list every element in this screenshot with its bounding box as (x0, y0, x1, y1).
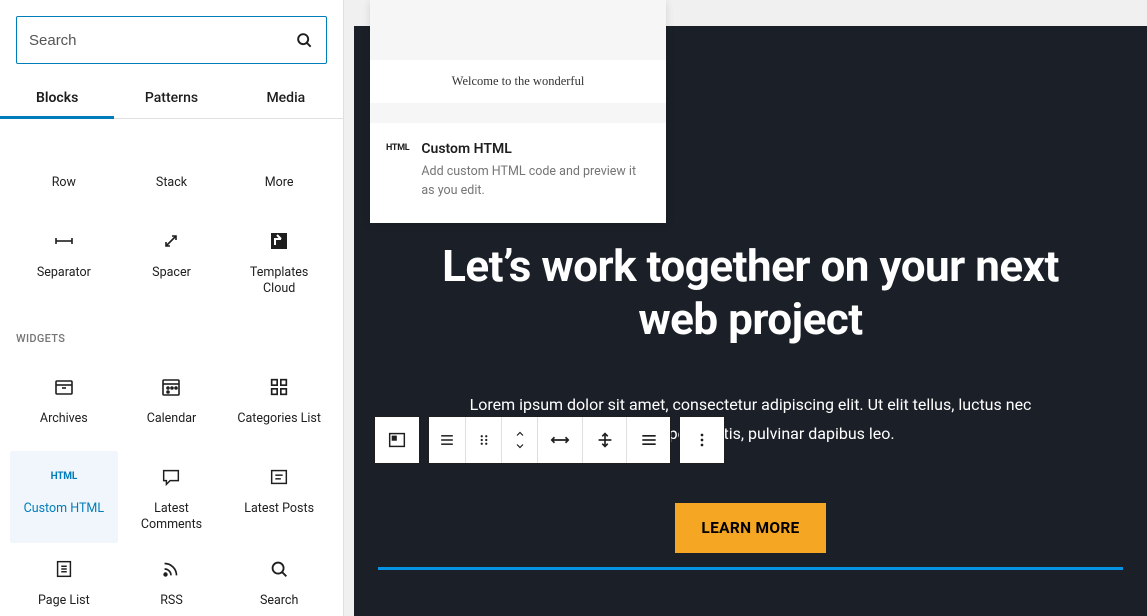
cta-button[interactable]: LEARN MORE (675, 503, 825, 553)
block-categories-list[interactable]: Categories List (225, 361, 333, 451)
block-latest-posts[interactable]: Latest Posts (225, 451, 333, 544)
block-rss[interactable]: RSS (118, 543, 226, 616)
search-icon (294, 30, 314, 50)
tab-media[interactable]: Media (229, 80, 343, 118)
rss-icon (159, 557, 183, 581)
drag-handle[interactable] (465, 417, 501, 463)
separator-icon (52, 229, 76, 253)
block-label: Categories List (237, 411, 321, 427)
block-page-list[interactable]: Page List (10, 543, 118, 616)
html-icon: HTML (52, 465, 76, 489)
search-block-icon (267, 557, 291, 581)
popover-description: Add custom HTML code and preview it as y… (421, 163, 650, 201)
block-label: Stack (156, 175, 187, 191)
block-more[interactable]: More (225, 125, 333, 215)
block-inserter-panel: Blocks Patterns Media Row Stack More (0, 0, 344, 616)
search-box[interactable] (16, 16, 327, 64)
more-icon (267, 139, 291, 163)
popover-info: HTML Custom HTML Add custom HTML code an… (370, 123, 666, 223)
block-label: Spacer (152, 265, 191, 281)
block-calendar[interactable]: Calendar (118, 361, 226, 451)
latest-posts-icon (267, 465, 291, 489)
hero-title[interactable]: Let’s work together on your next web pro… (354, 240, 1147, 346)
block-toolbar (374, 416, 725, 464)
divider-line (378, 567, 1123, 570)
chevron-up-icon[interactable] (513, 428, 527, 440)
block-templates-cloud[interactable]: Templates Cloud (225, 215, 333, 308)
page-list-icon (52, 557, 76, 581)
block-label: Separator (37, 265, 91, 281)
more-options-button[interactable] (680, 417, 724, 463)
align-center-button[interactable] (582, 417, 626, 463)
toolbar-segment-parent (374, 416, 420, 464)
block-row[interactable]: Row (10, 125, 118, 215)
templates-cloud-icon (267, 229, 291, 253)
move-up-down-buttons[interactable] (501, 417, 537, 463)
justify-button[interactable] (626, 417, 670, 463)
preview-text: Welcome to the wonderful (370, 60, 666, 103)
inserter-scroll-area[interactable]: Row Stack More Separator (0, 119, 343, 616)
block-label: More (265, 175, 294, 191)
block-label: Row (52, 175, 76, 191)
preview-bg (370, 0, 666, 60)
archives-icon (52, 375, 76, 399)
block-archives[interactable]: Archives (10, 361, 118, 451)
toolbar-segment-main (428, 416, 671, 464)
comment-icon (159, 465, 183, 489)
tab-blocks[interactable]: Blocks (0, 80, 114, 118)
calendar-icon (159, 375, 183, 399)
block-info-popover: Welcome to the wonderful HTML Custom HTM… (370, 0, 666, 223)
categories-icon (267, 375, 291, 399)
block-separator[interactable]: Separator (10, 215, 118, 308)
design-blocks-grid: Row Stack More Separator (0, 119, 343, 308)
block-label: Archives (40, 411, 88, 427)
block-label: Page List (38, 593, 90, 609)
stack-icon (159, 139, 183, 163)
block-label: Latest Posts (244, 501, 314, 517)
block-type-button[interactable] (429, 417, 465, 463)
block-custom-html[interactable]: HTML Custom HTML (10, 451, 118, 544)
widgets-blocks-grid: Archives Calendar (0, 355, 343, 616)
block-label: Templates Cloud (250, 265, 308, 298)
block-label: Custom HTML (24, 501, 104, 517)
html-icon: HTML (386, 141, 409, 201)
toolbar-segment-more (679, 416, 725, 464)
block-latest-comments[interactable]: Latest Comments (118, 451, 226, 544)
block-label: Latest Comments (141, 501, 202, 534)
widgets-heading: WIDGETS (0, 308, 343, 355)
block-label: Search (260, 593, 298, 609)
tab-patterns[interactable]: Patterns (114, 80, 228, 118)
search-input[interactable] (29, 32, 271, 49)
row-icon (52, 139, 76, 163)
block-label: Calendar (147, 411, 197, 427)
popover-title: Custom HTML (421, 141, 650, 157)
chevron-down-icon[interactable] (513, 440, 527, 452)
popover-preview: Welcome to the wonderful (370, 0, 666, 123)
select-parent-button[interactable] (375, 417, 419, 463)
block-spacer[interactable]: Spacer (118, 215, 226, 308)
popover-text: Custom HTML Add custom HTML code and pre… (421, 141, 650, 201)
block-stack[interactable]: Stack (118, 125, 226, 215)
spacer-icon (159, 229, 183, 253)
align-wide-button[interactable] (538, 417, 582, 463)
block-search[interactable]: Search (225, 543, 333, 616)
inserter-tabs: Blocks Patterns Media (0, 80, 343, 119)
search-wrap (0, 0, 343, 80)
block-label: RSS (160, 593, 183, 609)
preview-bg (370, 103, 666, 123)
